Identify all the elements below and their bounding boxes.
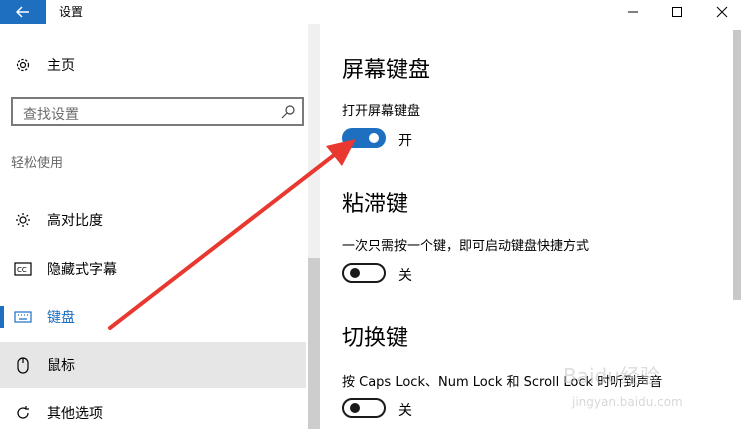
nav-item-label: 高对比度 bbox=[47, 213, 103, 229]
closed-caption-icon: CC bbox=[14, 260, 32, 278]
refresh-icon bbox=[14, 404, 32, 422]
search-placeholder: 查找设置 bbox=[23, 107, 79, 123]
on-screen-keyboard-toggle[interactable] bbox=[342, 128, 386, 148]
nav-item-label: 隐藏式字幕 bbox=[47, 262, 117, 278]
navigation-pane: 主页 查找设置 轻松使用 高对比度 CC 隐藏式字幕 键盘 鼠标 其他选项 bbox=[0, 24, 320, 429]
brightness-icon bbox=[14, 211, 32, 229]
nav-item-label: 其他选项 bbox=[47, 406, 103, 422]
toggle-state-label: 开 bbox=[398, 133, 412, 149]
nav-item-other-options[interactable]: 其他选项 bbox=[0, 390, 306, 436]
toggle-keys-toggle[interactable] bbox=[342, 398, 386, 418]
nav-home-label: 主页 bbox=[47, 58, 75, 74]
section-heading: 粘滞键 bbox=[342, 192, 409, 217]
minimize-button[interactable] bbox=[610, 0, 656, 24]
maximize-icon bbox=[672, 7, 682, 17]
title-bar: 设置 bbox=[0, 0, 745, 24]
nav-home[interactable]: 主页 bbox=[0, 42, 306, 88]
section-heading: 屏幕键盘 bbox=[342, 58, 431, 83]
maximize-button[interactable] bbox=[654, 0, 700, 24]
selection-indicator bbox=[0, 306, 4, 328]
nav-item-closed-captions[interactable]: CC 隐藏式字幕 bbox=[0, 246, 306, 292]
setting-description: 打开屏幕键盘 bbox=[342, 104, 421, 119]
nav-item-high-contrast[interactable]: 高对比度 bbox=[0, 197, 306, 243]
search-input[interactable]: 查找设置 bbox=[11, 97, 304, 126]
close-icon bbox=[716, 6, 728, 18]
toggle-state-label: 关 bbox=[398, 268, 412, 284]
close-button[interactable] bbox=[699, 0, 745, 24]
watermark-logo: Baidu经验 bbox=[563, 364, 660, 388]
nav-item-keyboard[interactable]: 键盘 bbox=[0, 294, 306, 340]
minimize-icon bbox=[628, 11, 638, 13]
setting-description: 一次只需按一个键，即可启动键盘快捷方式 bbox=[342, 239, 590, 254]
nav-scrollbar-thumb[interactable] bbox=[308, 258, 320, 429]
keyboard-icon bbox=[14, 308, 32, 326]
back-button[interactable] bbox=[0, 0, 46, 24]
nav-group-label: 轻松使用 bbox=[11, 156, 64, 171]
window-title: 设置 bbox=[59, 5, 84, 19]
watermark-url: jingyan.baidu.com bbox=[572, 395, 683, 409]
nav-item-label: 键盘 bbox=[47, 310, 75, 326]
mouse-icon bbox=[14, 356, 32, 374]
back-arrow-icon bbox=[16, 6, 29, 18]
sticky-keys-toggle[interactable] bbox=[342, 263, 386, 283]
toggle-knob bbox=[369, 133, 379, 143]
content-scrollbar[interactable] bbox=[733, 30, 741, 300]
nav-item-mouse[interactable]: 鼠标 bbox=[0, 342, 306, 388]
content-pane: 屏幕键盘 打开屏幕键盘 开 粘滞键 一次只需按一个键，即可启动键盘快捷方式 关 … bbox=[320, 24, 730, 429]
nav-item-label: 鼠标 bbox=[47, 358, 75, 374]
gear-icon bbox=[14, 56, 32, 74]
section-heading: 切换键 bbox=[342, 326, 409, 351]
toggle-knob bbox=[350, 403, 360, 413]
toggle-state-label: 关 bbox=[398, 403, 412, 419]
svg-text:CC: CC bbox=[17, 266, 27, 274]
toggle-knob bbox=[350, 268, 360, 278]
search-icon bbox=[281, 105, 295, 119]
